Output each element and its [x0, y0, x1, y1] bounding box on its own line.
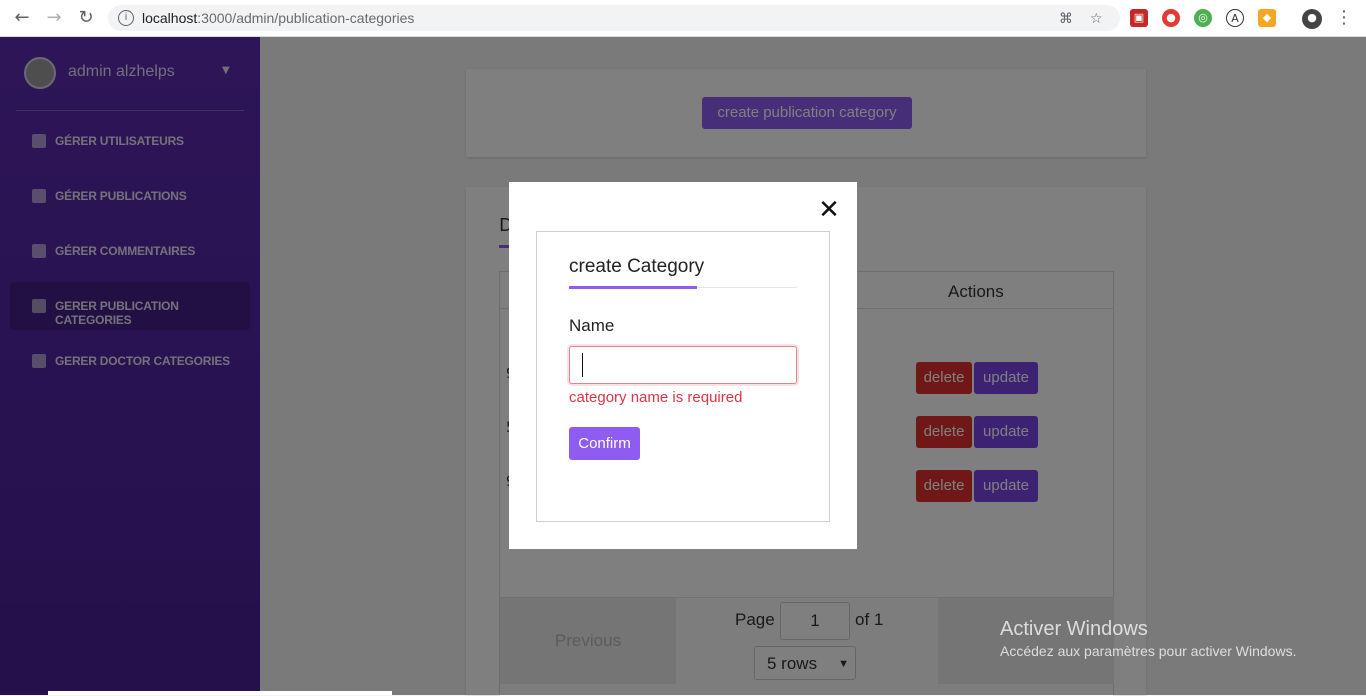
address-bar[interactable]: i localhost:3000/admin/publication-categ… — [108, 5, 1120, 31]
extension-icon-3[interactable]: ◎ — [1194, 9, 1212, 27]
validation-error: category name is required — [569, 389, 743, 406]
title-accent-bar — [569, 286, 697, 289]
bookmark-star-icon[interactable]: ☆ — [1090, 11, 1103, 27]
extension-icon-5[interactable]: ◆ — [1258, 9, 1276, 27]
menu-kebab-icon[interactable]: ⋮ — [1334, 8, 1354, 28]
info-icon[interactable]: i — [118, 10, 134, 26]
profile-avatar-icon[interactable]: ● — [1302, 9, 1322, 29]
reload-icon[interactable]: ↻ — [76, 8, 96, 28]
extension-icon-2[interactable]: ● — [1162, 9, 1180, 27]
name-label: Name — [569, 316, 615, 335]
windows-activation-title: Activer Windows — [1000, 618, 1148, 640]
modal-title: create Category — [569, 256, 705, 277]
text-cursor — [582, 353, 583, 377]
url-text[interactable]: localhost:3000/admin/publication-categor… — [142, 10, 414, 26]
taskbar-edge — [48, 691, 392, 695]
category-name-input[interactable] — [569, 346, 797, 384]
translate-icon[interactable]: ⌘ — [1059, 11, 1073, 27]
forward-arrow-icon[interactable]: → — [44, 8, 64, 28]
extension-icon-4[interactable]: A — [1226, 9, 1244, 27]
windows-activation-subtitle: Accédez aux paramètres pour activer Wind… — [1000, 643, 1297, 659]
back-arrow-icon[interactable]: ← — [12, 8, 32, 28]
modal-form-panel: create Category Name category name is re… — [536, 231, 830, 522]
close-icon[interactable]: ✕ — [817, 197, 841, 223]
extension-icon-1[interactable]: ▣ — [1130, 9, 1148, 27]
create-category-modal: ✕ create Category Name category name is … — [509, 182, 857, 549]
browser-toolbar: ← → ↻ i localhost:3000/admin/publication… — [0, 0, 1366, 37]
confirm-button[interactable]: Confirm — [569, 427, 640, 460]
